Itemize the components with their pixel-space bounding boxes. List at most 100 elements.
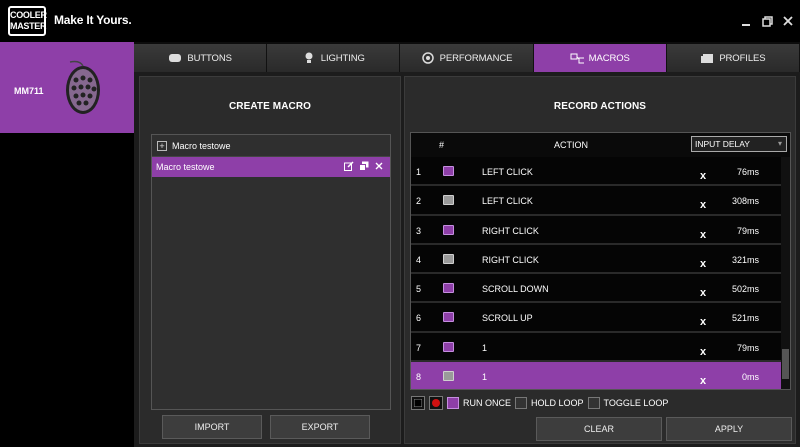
mouse-icon [66,60,100,114]
run-once-label: RUN ONCE [463,398,512,408]
macro-item[interactable]: Macro testowe [152,157,390,177]
record-icon [432,399,440,407]
row-action: LEFT CLICK [482,196,533,207]
row-delay[interactable]: 521ms [732,313,759,323]
macro-icon [570,52,584,64]
title-bar: COOLER MASTER Make It Yours. [0,0,800,42]
row-action: RIGHT CLICK [482,225,539,236]
tab-macros[interactable]: MACROS [533,44,667,72]
actions-scrollbar[interactable] [781,157,790,389]
hold-loop-checkbox[interactable] [515,397,528,409]
row-action: SCROLL DOWN [482,284,549,295]
tab-lighting[interactable]: LIGHTING [267,44,401,72]
column-action-header: ACTION [554,140,589,150]
key-up-icon [443,371,454,382]
tab-profiles-label: PROFILES [719,52,766,64]
macro-group-label: Macro testowe [172,140,231,151]
key-up-icon [443,253,454,264]
edit-icon[interactable] [344,161,354,171]
macro-group[interactable]: + Macro testowe [152,135,390,157]
row-delay[interactable]: 76ms [737,167,759,177]
row-action: SCROLL UP [482,313,533,324]
table-row[interactable]: 5 SCROLL DOWN x 502ms [411,274,782,304]
profiles-icon [700,52,714,64]
export-button[interactable]: EXPORT [270,415,370,439]
key-down-icon [443,224,454,235]
minimize-button[interactable] [738,13,754,29]
remove-row-icon[interactable]: x [700,316,706,328]
record-actions-title: RECORD ACTIONS [553,101,647,112]
scrollbar-thumb[interactable] [782,349,789,379]
mouse-icon [168,52,182,64]
remove-row-icon[interactable]: x [700,346,706,358]
row-number: 5 [416,284,422,295]
toggle-loop-checkbox[interactable] [587,397,600,409]
key-down-icon [443,166,454,176]
duplicate-icon[interactable] [359,161,369,171]
remove-row-icon[interactable]: x [700,229,706,241]
tab-lighting-label: LIGHTING [320,52,365,64]
key-down-icon [443,283,454,294]
macro-item-actions [344,161,384,171]
table-row[interactable]: 2 LEFT CLICK x 308ms [411,186,782,216]
remove-row-icon[interactable]: x [700,199,706,211]
close-icon [783,16,793,26]
tab-profiles[interactable]: PROFILES [666,44,800,72]
row-number: 1 [416,167,422,177]
logo-line-1: COOLER [10,10,47,20]
apply-button[interactable]: APPLY [666,417,792,441]
input-delay-select[interactable]: INPUT DELAY ▾ [691,136,787,152]
table-row[interactable]: 1 LEFT CLICK x 76ms [411,157,782,187]
row-delay[interactable]: 502ms [732,284,759,294]
row-number: 3 [416,225,422,236]
actions-rows: 1 LEFT CLICK x 76ms 2 LEFT CLICK x 308ms 3 RIGHT … [411,157,782,389]
record-button[interactable] [429,396,443,410]
row-number: 4 [416,254,422,265]
remove-row-icon[interactable]: x [700,170,706,182]
create-macro-panel: CREATE MACRO + Macro testowe Macro testo… [139,76,401,444]
restore-icon [761,15,773,27]
record-actions-panel: RECORD ACTIONS # ACTION INPUT DELAY ▾ 1 L… [404,76,796,444]
cooler-master-logo: COOLER MASTER [8,6,47,36]
remove-row-icon[interactable]: x [700,287,706,299]
device-card-mm711[interactable]: MM711 [0,42,134,133]
table-row[interactable]: 8 1 x 0ms [411,362,782,389]
row-number: 8 [416,372,422,383]
tab-macros-label: MACROS [588,52,630,64]
remove-row-icon[interactable]: x [700,258,706,270]
row-number: 6 [416,313,422,324]
table-row[interactable]: 7 1 x 79ms [411,332,782,363]
table-row[interactable]: 4 RIGHT CLICK x 321ms [411,244,782,275]
table-row[interactable]: 3 RIGHT CLICK x 79ms [411,215,782,245]
row-delay[interactable]: 0ms [742,372,759,382]
stop-icon [414,399,422,407]
delete-icon[interactable] [374,161,384,171]
row-delay[interactable]: 308ms [732,196,759,206]
input-delay-value: INPUT DELAY [695,139,750,149]
device-name: MM711 [14,86,44,96]
row-action: LEFT CLICK [482,167,533,177]
actions-table-header: # ACTION INPUT DELAY ▾ [411,133,790,157]
row-delay[interactable]: 321ms [732,255,759,265]
import-button[interactable]: IMPORT [162,415,262,439]
expand-icon[interactable]: + [157,140,167,151]
chevron-down-icon: ▾ [777,139,782,148]
speed-icon [421,52,435,64]
tab-buttons[interactable]: BUTTONS [134,44,268,72]
stop-record-button[interactable] [411,396,425,410]
hold-loop-label: HOLD LOOP [531,398,584,408]
remove-row-icon[interactable]: x [700,375,706,387]
key-up-icon [443,195,454,206]
clear-button[interactable]: CLEAR [536,417,662,441]
key-down-icon [443,341,454,352]
key-down-icon [443,312,454,323]
close-button[interactable] [780,13,796,29]
tab-performance[interactable]: PERFORMANCE [400,44,534,72]
restore-button[interactable] [759,13,775,29]
table-row[interactable]: 6 SCROLL UP x 521ms [411,303,782,333]
row-delay[interactable]: 79ms [737,343,759,353]
row-delay[interactable]: 79ms [737,226,759,236]
run-once-checkbox[interactable] [447,397,459,409]
tab-buttons-label: BUTTONS [187,52,232,64]
column-number-header: # [439,140,445,150]
